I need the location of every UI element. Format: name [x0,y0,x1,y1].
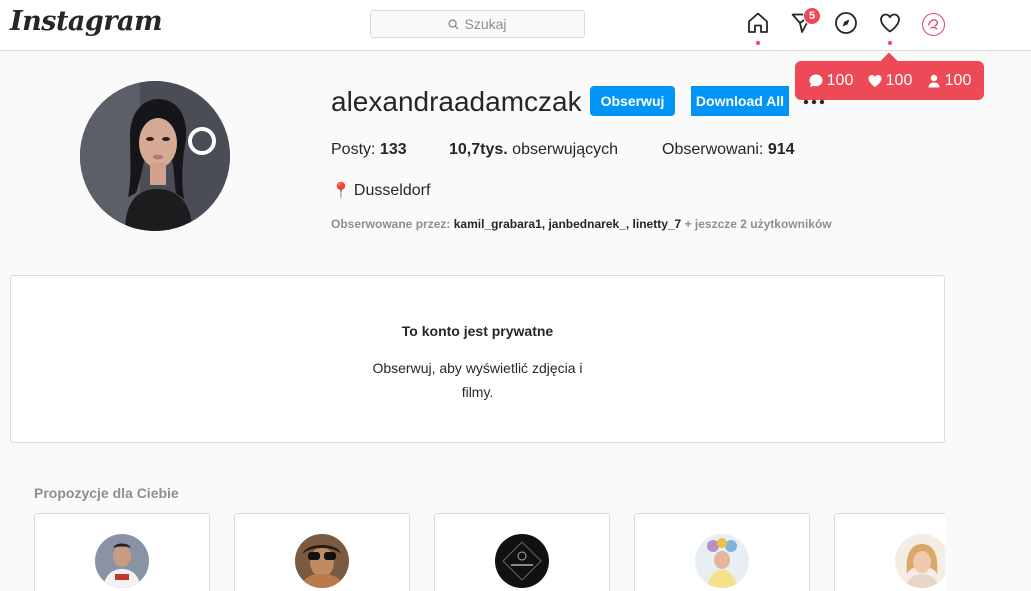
profile-stats: Posty: 133 10,7tys. obserwujących Obserw… [331,141,795,159]
followed-by-user[interactable]: janbednarek_ [548,217,625,231]
suggestion-avatar[interactable] [95,534,149,588]
activity-heart-icon[interactable] [877,10,903,36]
followed-by-user[interactable]: linetty_7 [633,217,682,231]
heart-icon [868,74,882,87]
suggestions-title: Propozycje dla Ciebie [34,485,179,501]
suggestion-card[interactable] [834,513,945,591]
following-count: 914 [767,141,795,158]
suggestion-card[interactable] [434,513,610,591]
person-icon [928,74,940,87]
instagram-logo[interactable]: Instagram [10,6,163,37]
activity-indicator-dot [888,41,892,45]
followers-stat[interactable]: 10,7tys. obserwujących [449,141,662,159]
pin-icon: 📍 [331,183,351,200]
follows-count-value: 100 [944,71,972,89]
search-input[interactable]: Szukaj [370,10,585,38]
comment-icon [809,74,823,87]
profile-username: alexandraadamczak [331,86,582,117]
profile-avatar[interactable] [80,81,230,231]
home-icon[interactable] [745,10,771,36]
home-indicator-dot [756,41,760,45]
top-nav: Instagram Szukaj 5 [0,0,1031,51]
comments-count-value: 100 [826,71,854,89]
private-account-notice: To konto jest prywatne Obserwuj, aby wyś… [10,275,945,443]
suggestion-card[interactable] [634,513,810,591]
posts-stat: Posty: 133 [331,141,449,159]
posts-label: Posty: [331,141,376,158]
likes-count-value: 100 [885,71,913,89]
more-options-icon[interactable] [802,95,826,109]
suggestion-card[interactable] [34,513,210,591]
private-subtitle: Obserwuj, aby wyświetlić zdjęcia i filmy… [372,360,583,400]
followed-by-prefix: Obserwowane przez: [331,217,451,231]
suggestion-avatar[interactable] [695,534,749,588]
suggestion-avatar[interactable] [495,534,549,588]
search-icon [448,18,460,30]
likes-count: 100 [867,71,913,90]
suggestion-card[interactable] [234,513,410,591]
followers-count: 10,7tys. [449,141,508,158]
download-all-button[interactable]: Download All [691,86,789,116]
following-stat[interactable]: Obserwowani: 914 [662,141,795,159]
profile-avatar-icon[interactable] [922,13,945,36]
suggestion-avatar[interactable] [895,534,945,588]
followed-by-more[interactable]: + jeszcze 2 użytkowników [685,217,832,231]
following-label: Obserwowani: [662,141,764,158]
follows-count: 100 [926,71,972,90]
follow-button[interactable]: Obserwuj [590,86,675,116]
followed-by-user[interactable]: kamil_grabara1 [454,217,542,231]
posts-count: 133 [379,141,407,158]
messages-badge: 5 [803,7,821,25]
search-placeholder: Szukaj [464,16,507,32]
suggestion-avatar[interactable] [295,534,349,588]
comments-count: 100 [808,71,854,90]
suggestions-list [34,513,945,591]
followers-label: obserwujących [512,141,618,158]
private-title: To konto jest prywatne [401,323,554,339]
followed-by[interactable]: Obserwowane przez: kamil_grabara1, janbe… [331,217,832,231]
explore-icon[interactable] [833,10,859,36]
profile-location: 📍 Dusseldorf [331,181,430,201]
location-text: Dusseldorf [353,182,431,199]
